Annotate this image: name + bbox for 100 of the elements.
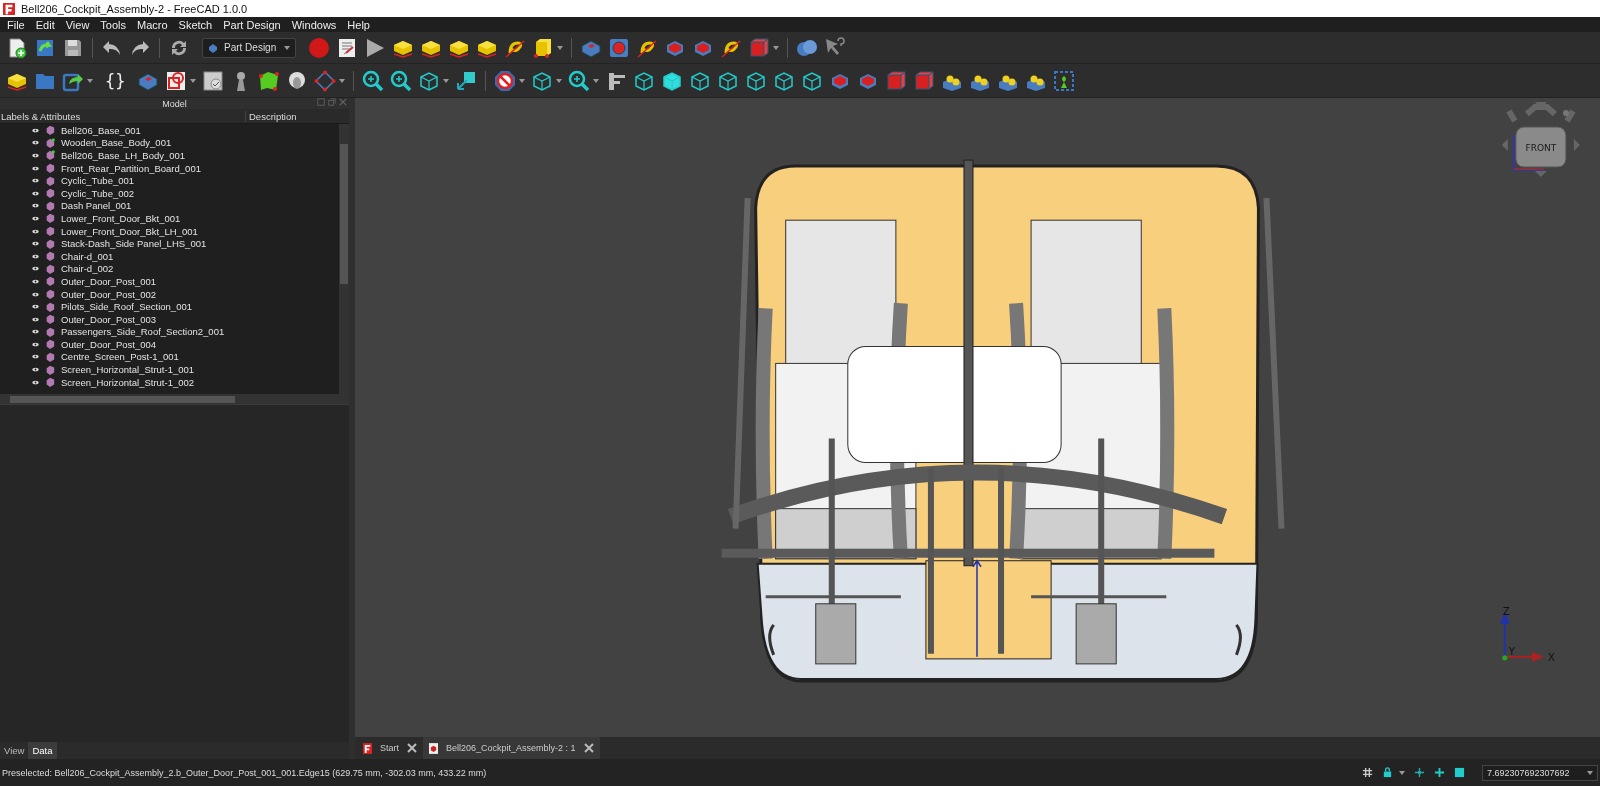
caret-icon[interactable]	[773, 45, 779, 50]
caret-icon[interactable]	[557, 45, 563, 50]
menu-item[interactable]: Help	[347, 18, 370, 31]
menu-item[interactable]: Sketch	[178, 18, 213, 31]
tree-item[interactable]: Screen_Horizontal_Strut-1_002	[61, 376, 195, 388]
column-header[interactable]: Labels & Attributes	[0, 110, 245, 122]
menu-item[interactable]: View	[65, 18, 90, 31]
tree-item[interactable]: Outer_Door_Post_004	[61, 338, 157, 350]
caret-icon[interactable]	[190, 78, 197, 83]
document-tab[interactable]: Bell206_Cockpit_Assembly-2 : 1	[423, 737, 600, 759]
tree-item[interactable]: Dash Panel_001	[61, 200, 132, 212]
eye-icon[interactable]	[32, 316, 39, 322]
menu-item[interactable]: Tools	[100, 18, 127, 31]
record-macro-icon[interactable]	[308, 36, 330, 59]
hole-icon[interactable]	[608, 36, 630, 59]
caret-icon[interactable]	[593, 78, 600, 83]
arrow-icon[interactable]	[455, 69, 478, 92]
eye-icon[interactable]	[32, 266, 39, 272]
eye-icon[interactable]	[32, 253, 39, 259]
menu-item[interactable]: Part Design	[223, 18, 281, 31]
caret-icon[interactable]	[519, 78, 526, 83]
scrollbar[interactable]	[339, 124, 349, 394]
move-icon[interactable]	[1414, 767, 1425, 778]
tree-item[interactable]: Lower_Front_Door_Bkt_001	[61, 212, 181, 224]
eye-icon[interactable]	[32, 291, 39, 297]
tree-item[interactable]: Bell206_Base_001	[61, 124, 141, 136]
tree-item[interactable]: Wooden_Base_Body_001	[61, 137, 172, 149]
tree-item[interactable]: Passengers_Side_Roof_Section2_001	[61, 326, 225, 338]
tree-item[interactable]: Front_Rear_Partition_Board_001	[61, 162, 201, 174]
workbench-dropdown[interactable]: Part Design	[202, 37, 296, 58]
tree-item[interactable]: Outer_Door_Post_003	[61, 313, 157, 325]
top-view-icon[interactable]	[661, 69, 684, 92]
cube-cursor-icon[interactable]	[531, 69, 554, 92]
caret-icon[interactable]	[87, 78, 93, 83]
check-geometry-icon[interactable]	[202, 69, 225, 92]
eye-icon[interactable]	[32, 153, 39, 158]
tree-item[interactable]: Outer_Door_Post_001	[61, 275, 157, 287]
eye-icon[interactable]	[32, 379, 39, 385]
square-icon[interactable]	[1454, 767, 1465, 778]
close-icon[interactable]	[407, 743, 417, 753]
panel-tab[interactable]: View	[0, 742, 29, 759]
column-header[interactable]: Description	[245, 110, 349, 122]
solid-cube-icon[interactable]	[748, 36, 770, 59]
tree-item[interactable]: Outer_Door_Post_002	[61, 288, 157, 300]
cube-face-label: FRONT	[1525, 143, 1557, 154]
eye-icon[interactable]	[32, 329, 39, 335]
eye-icon[interactable]	[32, 190, 39, 196]
tree-item[interactable]: Centre_Screen_Post-1_001	[61, 351, 179, 363]
lock-icon[interactable]	[1382, 767, 1393, 778]
tree-item[interactable]: Pilots_Side_Roof_Section_001	[61, 301, 192, 313]
eye-icon[interactable]	[32, 367, 39, 373]
tree-item[interactable]: Cyclic_Tube_002	[61, 187, 135, 199]
eye-icon[interactable]	[32, 228, 39, 234]
selection-frame-icon[interactable]	[1053, 69, 1076, 92]
menu-item[interactable]: Edit	[35, 18, 55, 31]
braces-button[interactable]: {}	[99, 70, 132, 91]
close-icon[interactable]	[583, 743, 594, 753]
tree-item[interactable]: Stack-Dash_Side Panel_LHS_001	[61, 238, 207, 250]
menu-item[interactable]: File	[7, 18, 25, 31]
grid-icon[interactable]	[1362, 767, 1373, 778]
eye-icon[interactable]	[32, 203, 39, 209]
shape-binder-icon[interactable]	[258, 69, 281, 92]
eye-icon[interactable]	[32, 140, 39, 146]
eye-icon[interactable]	[32, 165, 39, 171]
no-sign-icon[interactable]	[494, 69, 517, 92]
fit-selection-icon[interactable]	[390, 69, 413, 92]
tree-item[interactable]: Screen_Horizontal_Strut-1_001	[61, 364, 195, 376]
eye-icon[interactable]	[32, 354, 39, 360]
eye-icon[interactable]	[32, 304, 39, 310]
eye-icon[interactable]	[32, 341, 39, 347]
caret-icon[interactable]	[556, 78, 563, 83]
cube-icon[interactable]	[532, 36, 554, 59]
tree-item[interactable]: Cyclic_Tube_001	[61, 175, 135, 187]
scale-dropdown[interactable]: 7.692307692307692	[1482, 764, 1598, 781]
scrollbar[interactable]	[0, 394, 349, 404]
caret-icon	[284, 45, 290, 50]
caret-icon[interactable]	[339, 78, 346, 83]
clone-icon[interactable]	[165, 69, 188, 92]
menu-item[interactable]: Windows	[291, 18, 337, 31]
tree-item[interactable]: Bell206_Base_LH_Body_001	[61, 150, 186, 161]
isometric-cube-icon[interactable]	[418, 69, 441, 92]
tree-item[interactable]: Chair-d_001	[61, 250, 114, 262]
new-document-icon[interactable]	[6, 36, 28, 59]
eye-icon[interactable]	[32, 278, 39, 284]
tree-item[interactable]: Lower_Front_Door_Bkt_LH_001	[61, 225, 198, 237]
fit-all-icon[interactable]	[362, 69, 385, 92]
eye-icon[interactable]	[32, 241, 39, 247]
caret-icon[interactable]	[1399, 770, 1405, 775]
run-macro-icon[interactable]	[364, 36, 386, 59]
eye-icon[interactable]	[32, 127, 39, 133]
zoom-refresh-icon[interactable]	[568, 69, 591, 92]
panel-tab[interactable]: Data	[28, 742, 57, 759]
eye-icon[interactable]	[32, 178, 39, 184]
menu-item[interactable]: Macro	[137, 18, 168, 31]
macro-editor-icon[interactable]	[336, 36, 358, 59]
plus-icon[interactable]	[1434, 767, 1445, 778]
tree-item[interactable]: Chair-d_002	[61, 263, 114, 275]
caret-icon[interactable]	[443, 78, 450, 83]
diamond-icon[interactable]	[314, 69, 337, 92]
eye-icon[interactable]	[32, 215, 39, 221]
